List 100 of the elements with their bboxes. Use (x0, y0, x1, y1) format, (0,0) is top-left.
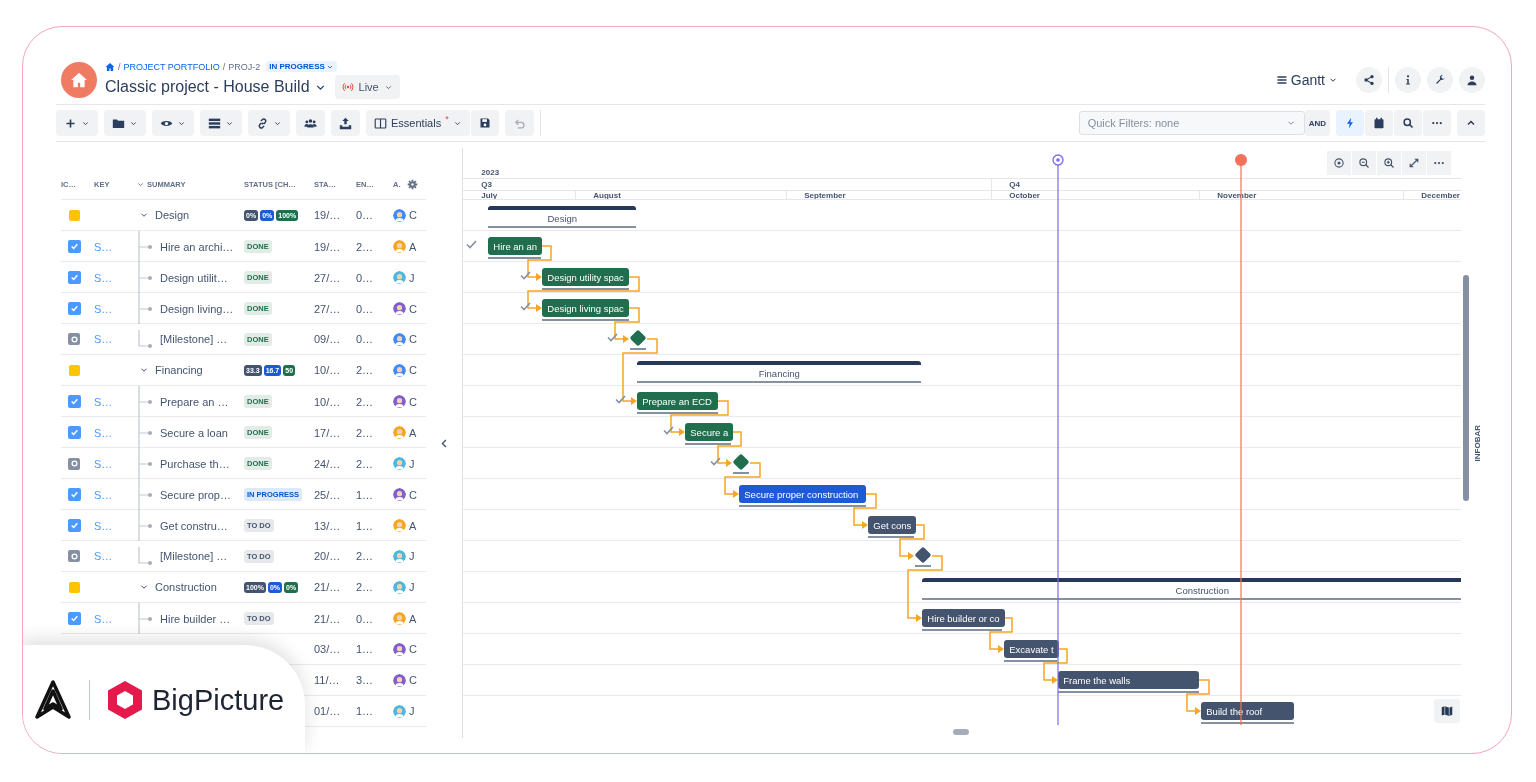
start-date: 21/… (314, 581, 341, 593)
task-name[interactable]: Purchase th… (160, 457, 230, 470)
checkbox-icon (68, 426, 81, 439)
share-button[interactable] (1356, 67, 1382, 93)
view-switcher[interactable]: Gantt (1269, 71, 1344, 89)
end-date: 0… (356, 333, 374, 345)
milestone-icon (68, 457, 80, 470)
summary-bar[interactable]: Construction (922, 578, 1462, 600)
group-name[interactable]: Design (155, 209, 190, 221)
start-date: 27/… (314, 271, 341, 284)
info-button[interactable] (1395, 67, 1421, 93)
status-dropdown[interactable]: IN PROGRESS (266, 61, 337, 72)
tree-connector (138, 448, 154, 479)
timeline-marker[interactable] (1052, 154, 1065, 725)
year-label: 2023 (481, 168, 500, 177)
columns-preset-button[interactable]: Essentials * (366, 110, 470, 136)
breadcrumb-item[interactable]: PROJ-2 (228, 61, 261, 72)
checkbox-icon (68, 240, 81, 253)
view-button[interactable] (152, 110, 194, 136)
search-button[interactable] (1394, 110, 1422, 136)
summary-bar[interactable]: Design (488, 206, 637, 228)
start-date: 19/… (314, 209, 341, 221)
dependency-arrow[interactable] (907, 555, 944, 622)
breadcrumb-separator: / (118, 61, 121, 72)
task-bar[interactable]: Secure proper construction (739, 485, 867, 503)
month-label: November (1217, 191, 1257, 200)
task-bar[interactable]: Hire an an (488, 237, 543, 255)
baseline-bar (915, 565, 932, 567)
target-icon (1333, 157, 1346, 169)
task-bar[interactable]: Hire builder or co (922, 609, 1005, 627)
baseline-bar (868, 536, 915, 538)
baseline-bar (630, 348, 647, 350)
tree-connector (138, 603, 154, 634)
task-name[interactable]: Get constru… (160, 519, 228, 532)
task-name[interactable]: [Milestone] … (160, 550, 228, 562)
tree-connector (138, 386, 154, 417)
export-button[interactable] (331, 110, 360, 136)
task-name[interactable]: Secure prop… (160, 488, 231, 501)
task-name[interactable]: Design living… (160, 302, 234, 315)
end-date: 0… (356, 271, 374, 284)
project-title[interactable]: Classic project - House Build (105, 78, 327, 96)
logo-icon (33, 679, 73, 721)
zoom-out-icon (1358, 157, 1371, 169)
task-bar[interactable]: Design living spac (542, 299, 630, 317)
baseline-bar (488, 257, 542, 259)
tree-connector (138, 510, 154, 541)
user-icon (1466, 74, 1478, 86)
checkbox-icon (68, 302, 81, 315)
task-bar[interactable]: Secure a (685, 423, 734, 441)
and-toggle[interactable]: AND (1304, 110, 1330, 136)
task-name[interactable]: Secure a loan (160, 426, 228, 439)
group-name[interactable]: Construction (155, 581, 217, 593)
folder-button[interactable] (104, 110, 146, 136)
scrollbar-thumb[interactable] (1463, 275, 1470, 501)
assignee-name: J (409, 550, 415, 562)
task-name[interactable]: [Milestone] … (160, 333, 228, 345)
end-date: 2… (356, 457, 374, 470)
calendar-button[interactable] (1365, 110, 1393, 136)
settings-icon (406, 179, 418, 190)
quick-filter-dropdown[interactable]: Quick Filters: none (1078, 111, 1305, 135)
scrollbar-thumb[interactable] (953, 729, 970, 735)
profile-button[interactable] (1459, 67, 1485, 93)
task-bar[interactable]: Design utility spac (542, 268, 630, 286)
start-date: 10/… (314, 395, 341, 408)
task-name[interactable]: Hire an archi… (160, 240, 234, 253)
epic-icon (69, 209, 80, 221)
save-button[interactable] (470, 110, 499, 136)
assignee-name: J (409, 271, 415, 284)
month-label: October (1009, 191, 1040, 200)
center-button[interactable] (1327, 151, 1352, 175)
breadcrumb-link[interactable]: PROJECT PORTFOLIO (123, 61, 220, 72)
task-name[interactable]: Prepare an … (160, 395, 229, 408)
live-button[interactable]: Live (334, 75, 400, 99)
folder-icon (112, 116, 125, 130)
task-name[interactable]: Hire builder … (160, 612, 231, 625)
save-icon (478, 117, 491, 129)
task-name[interactable]: Design utilit… (160, 271, 228, 284)
checkbox-icon (68, 271, 81, 284)
infobar-tab[interactable]: INFOBAR (1473, 424, 1483, 462)
summary-bar[interactable]: Financing (637, 361, 922, 383)
end-date: 2… (356, 550, 374, 562)
checkbox-icon (68, 612, 81, 625)
zoom-in-button[interactable] (1377, 151, 1402, 175)
house-icon (70, 71, 88, 89)
columns-icon (374, 116, 387, 130)
start-date: 20/… (314, 550, 341, 562)
brand-name: BigPicture (152, 683, 285, 717)
task-bar[interactable]: Get cons (868, 516, 917, 534)
zoom-out-button[interactable] (1352, 151, 1377, 175)
task-bar[interactable]: Frame the walls (1058, 671, 1200, 689)
group-name[interactable]: Financing (155, 364, 203, 376)
dependency-arrow[interactable] (527, 276, 641, 312)
start-date: 13/… (314, 519, 341, 532)
expand-button[interactable] (1402, 151, 1427, 175)
task-bar[interactable]: Excavate t (1004, 640, 1059, 658)
minimap-button[interactable] (1434, 699, 1461, 723)
task-bar[interactable]: Prepare an ECD (637, 392, 719, 410)
team-button[interactable] (296, 110, 325, 136)
link-button[interactable] (248, 110, 290, 136)
layout-button[interactable] (200, 110, 242, 136)
